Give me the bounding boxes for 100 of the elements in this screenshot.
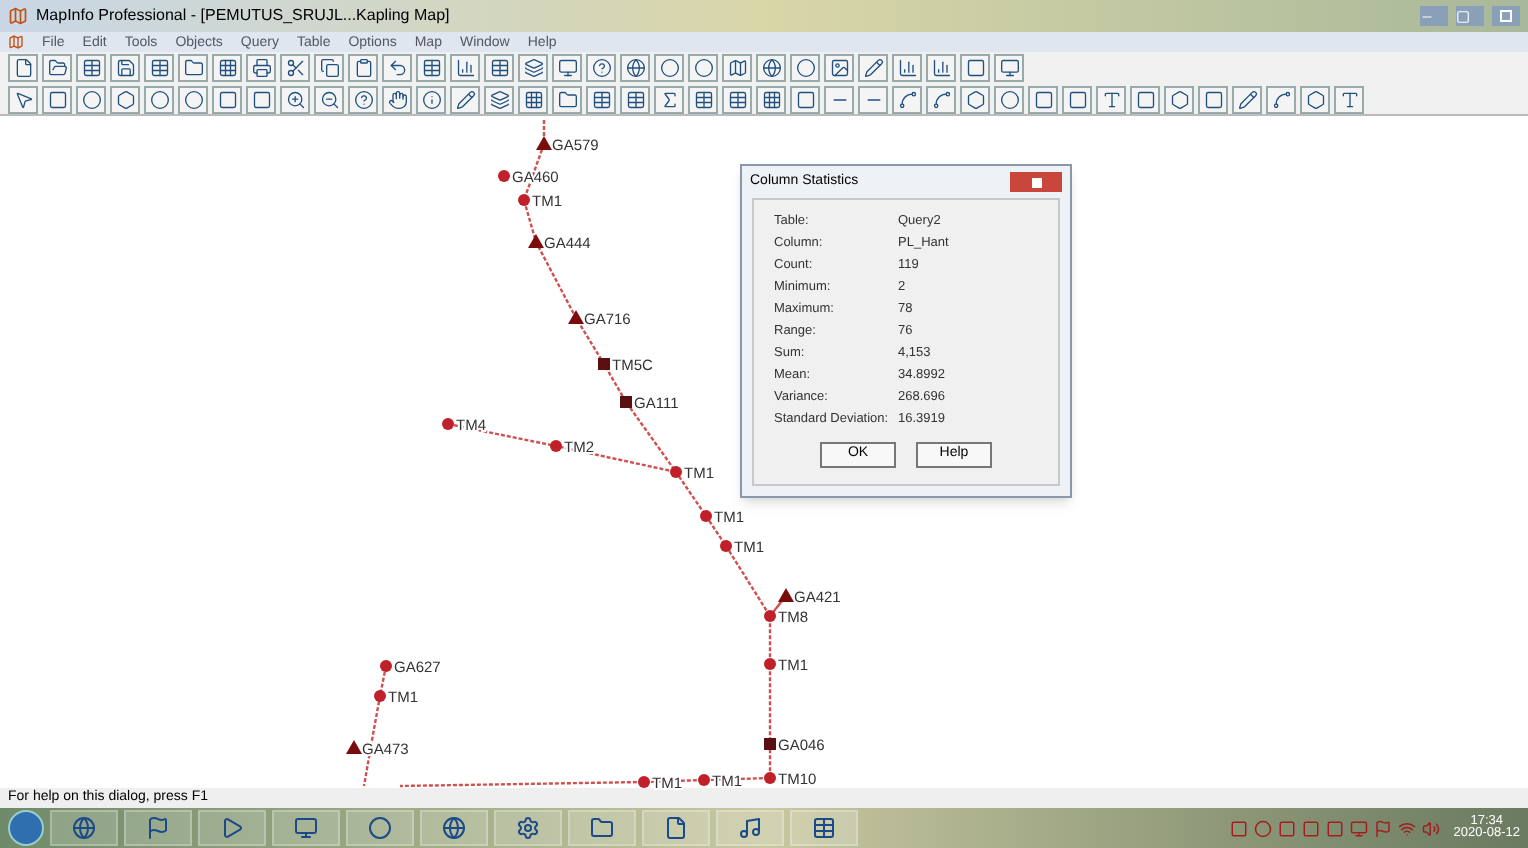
line-button[interactable] xyxy=(858,85,888,113)
copy-icon xyxy=(319,58,339,78)
frame-button[interactable] xyxy=(1130,85,1160,113)
chart-button[interactable] xyxy=(450,54,480,82)
taskbar-button[interactable] xyxy=(272,810,340,846)
arc-button[interactable] xyxy=(926,85,956,113)
rounded-rectangle-button[interactable] xyxy=(1062,85,1092,113)
square-icon xyxy=(1203,89,1223,109)
ellipse-button[interactable] xyxy=(994,85,1024,113)
circle-button[interactable] xyxy=(144,85,174,113)
grid-button[interactable] xyxy=(756,85,786,113)
folder-button[interactable] xyxy=(178,54,208,82)
table-icon xyxy=(693,89,713,109)
circle-button[interactable] xyxy=(790,54,820,82)
open-folder-button[interactable] xyxy=(42,54,72,82)
marquee-button[interactable] xyxy=(42,85,72,113)
table-icon xyxy=(489,58,509,78)
taskbar-button[interactable] xyxy=(198,810,266,846)
circle-button[interactable] xyxy=(688,54,718,82)
globe-button[interactable] xyxy=(756,54,786,82)
help-button[interactable] xyxy=(586,54,616,82)
close-button[interactable] xyxy=(1010,172,1062,192)
hand-button[interactable] xyxy=(382,85,412,113)
browser-icon xyxy=(72,816,96,840)
line-style-button[interactable] xyxy=(1266,85,1296,113)
square-marker-icon xyxy=(598,358,610,370)
image-button[interactable] xyxy=(824,54,854,82)
rectangle-icon xyxy=(1033,89,1053,109)
taskbar-button[interactable] xyxy=(568,810,636,846)
grid-button[interactable] xyxy=(212,54,242,82)
square-button[interactable] xyxy=(1198,85,1228,113)
print-button[interactable] xyxy=(246,54,276,82)
help-button[interactable] xyxy=(348,85,378,113)
globe-icon xyxy=(625,58,645,78)
chart-button[interactable] xyxy=(892,54,922,82)
line-button[interactable] xyxy=(824,85,854,113)
polygon-select-button[interactable] xyxy=(110,85,140,113)
map-button[interactable] xyxy=(722,54,752,82)
table-button[interactable] xyxy=(416,54,446,82)
square-button[interactable] xyxy=(212,85,242,113)
table-button[interactable] xyxy=(144,54,174,82)
chart-button[interactable] xyxy=(926,54,956,82)
fill-button[interactable] xyxy=(1300,85,1330,113)
new-file-button[interactable] xyxy=(8,54,38,82)
text-style-button[interactable] xyxy=(1334,85,1364,113)
table-icon xyxy=(727,89,747,109)
gear-icon xyxy=(516,816,540,840)
grid-button[interactable] xyxy=(518,85,548,113)
table-button[interactable] xyxy=(76,54,106,82)
layers-button[interactable] xyxy=(518,54,548,82)
reshape-button[interactable] xyxy=(1164,85,1194,113)
radius-button[interactable] xyxy=(76,85,106,113)
circle-button[interactable] xyxy=(654,54,684,82)
table-button[interactable] xyxy=(586,85,616,113)
paste-button[interactable] xyxy=(348,54,378,82)
taskbar-button[interactable] xyxy=(642,810,710,846)
sigma-button[interactable] xyxy=(654,85,684,113)
square-button[interactable] xyxy=(960,54,990,82)
table-button[interactable] xyxy=(484,54,514,82)
pencil-button[interactable] xyxy=(858,54,888,82)
cut-button[interactable] xyxy=(280,54,310,82)
info-button[interactable] xyxy=(416,85,446,113)
layers-button[interactable] xyxy=(484,85,514,113)
square-button[interactable] xyxy=(790,85,820,113)
taskbar-button[interactable] xyxy=(124,810,192,846)
undo-button[interactable] xyxy=(382,54,412,82)
table-button[interactable] xyxy=(722,85,752,113)
start-button[interactable] xyxy=(8,810,44,846)
square-button[interactable] xyxy=(246,85,276,113)
square-icon xyxy=(795,89,815,109)
taskbar-button[interactable] xyxy=(494,810,562,846)
pencil-button[interactable] xyxy=(1232,85,1262,113)
folder-button[interactable] xyxy=(552,85,582,113)
taskbar-button[interactable] xyxy=(420,810,488,846)
text-button[interactable] xyxy=(1096,85,1126,113)
rectangle-button[interactable] xyxy=(1028,85,1058,113)
reshape-icon xyxy=(1169,89,1189,109)
window-icon xyxy=(557,58,577,78)
zoom-in-button[interactable] xyxy=(280,85,310,113)
globe-button[interactable] xyxy=(620,54,650,82)
taskbar-button[interactable] xyxy=(50,810,118,846)
close-button[interactable] xyxy=(1492,6,1520,26)
copy-button[interactable] xyxy=(314,54,344,82)
taskbar-button[interactable] xyxy=(346,810,414,846)
window-button[interactable] xyxy=(994,54,1024,82)
zoom-out-button[interactable] xyxy=(314,85,344,113)
layers-icon xyxy=(523,58,543,78)
pencil-button[interactable] xyxy=(450,85,480,113)
window-button[interactable] xyxy=(552,54,582,82)
taskbar-button[interactable] xyxy=(790,810,858,846)
polygon-button[interactable] xyxy=(960,85,990,113)
save-button[interactable] xyxy=(110,54,140,82)
polyline-button[interactable] xyxy=(892,85,922,113)
square-marker-icon xyxy=(764,738,776,750)
taskbar-button[interactable] xyxy=(716,810,784,846)
pointer-button[interactable] xyxy=(8,85,38,113)
square-icon xyxy=(251,89,271,109)
table-button[interactable] xyxy=(688,85,718,113)
table-button[interactable] xyxy=(620,85,650,113)
image-icon xyxy=(829,58,849,78)
